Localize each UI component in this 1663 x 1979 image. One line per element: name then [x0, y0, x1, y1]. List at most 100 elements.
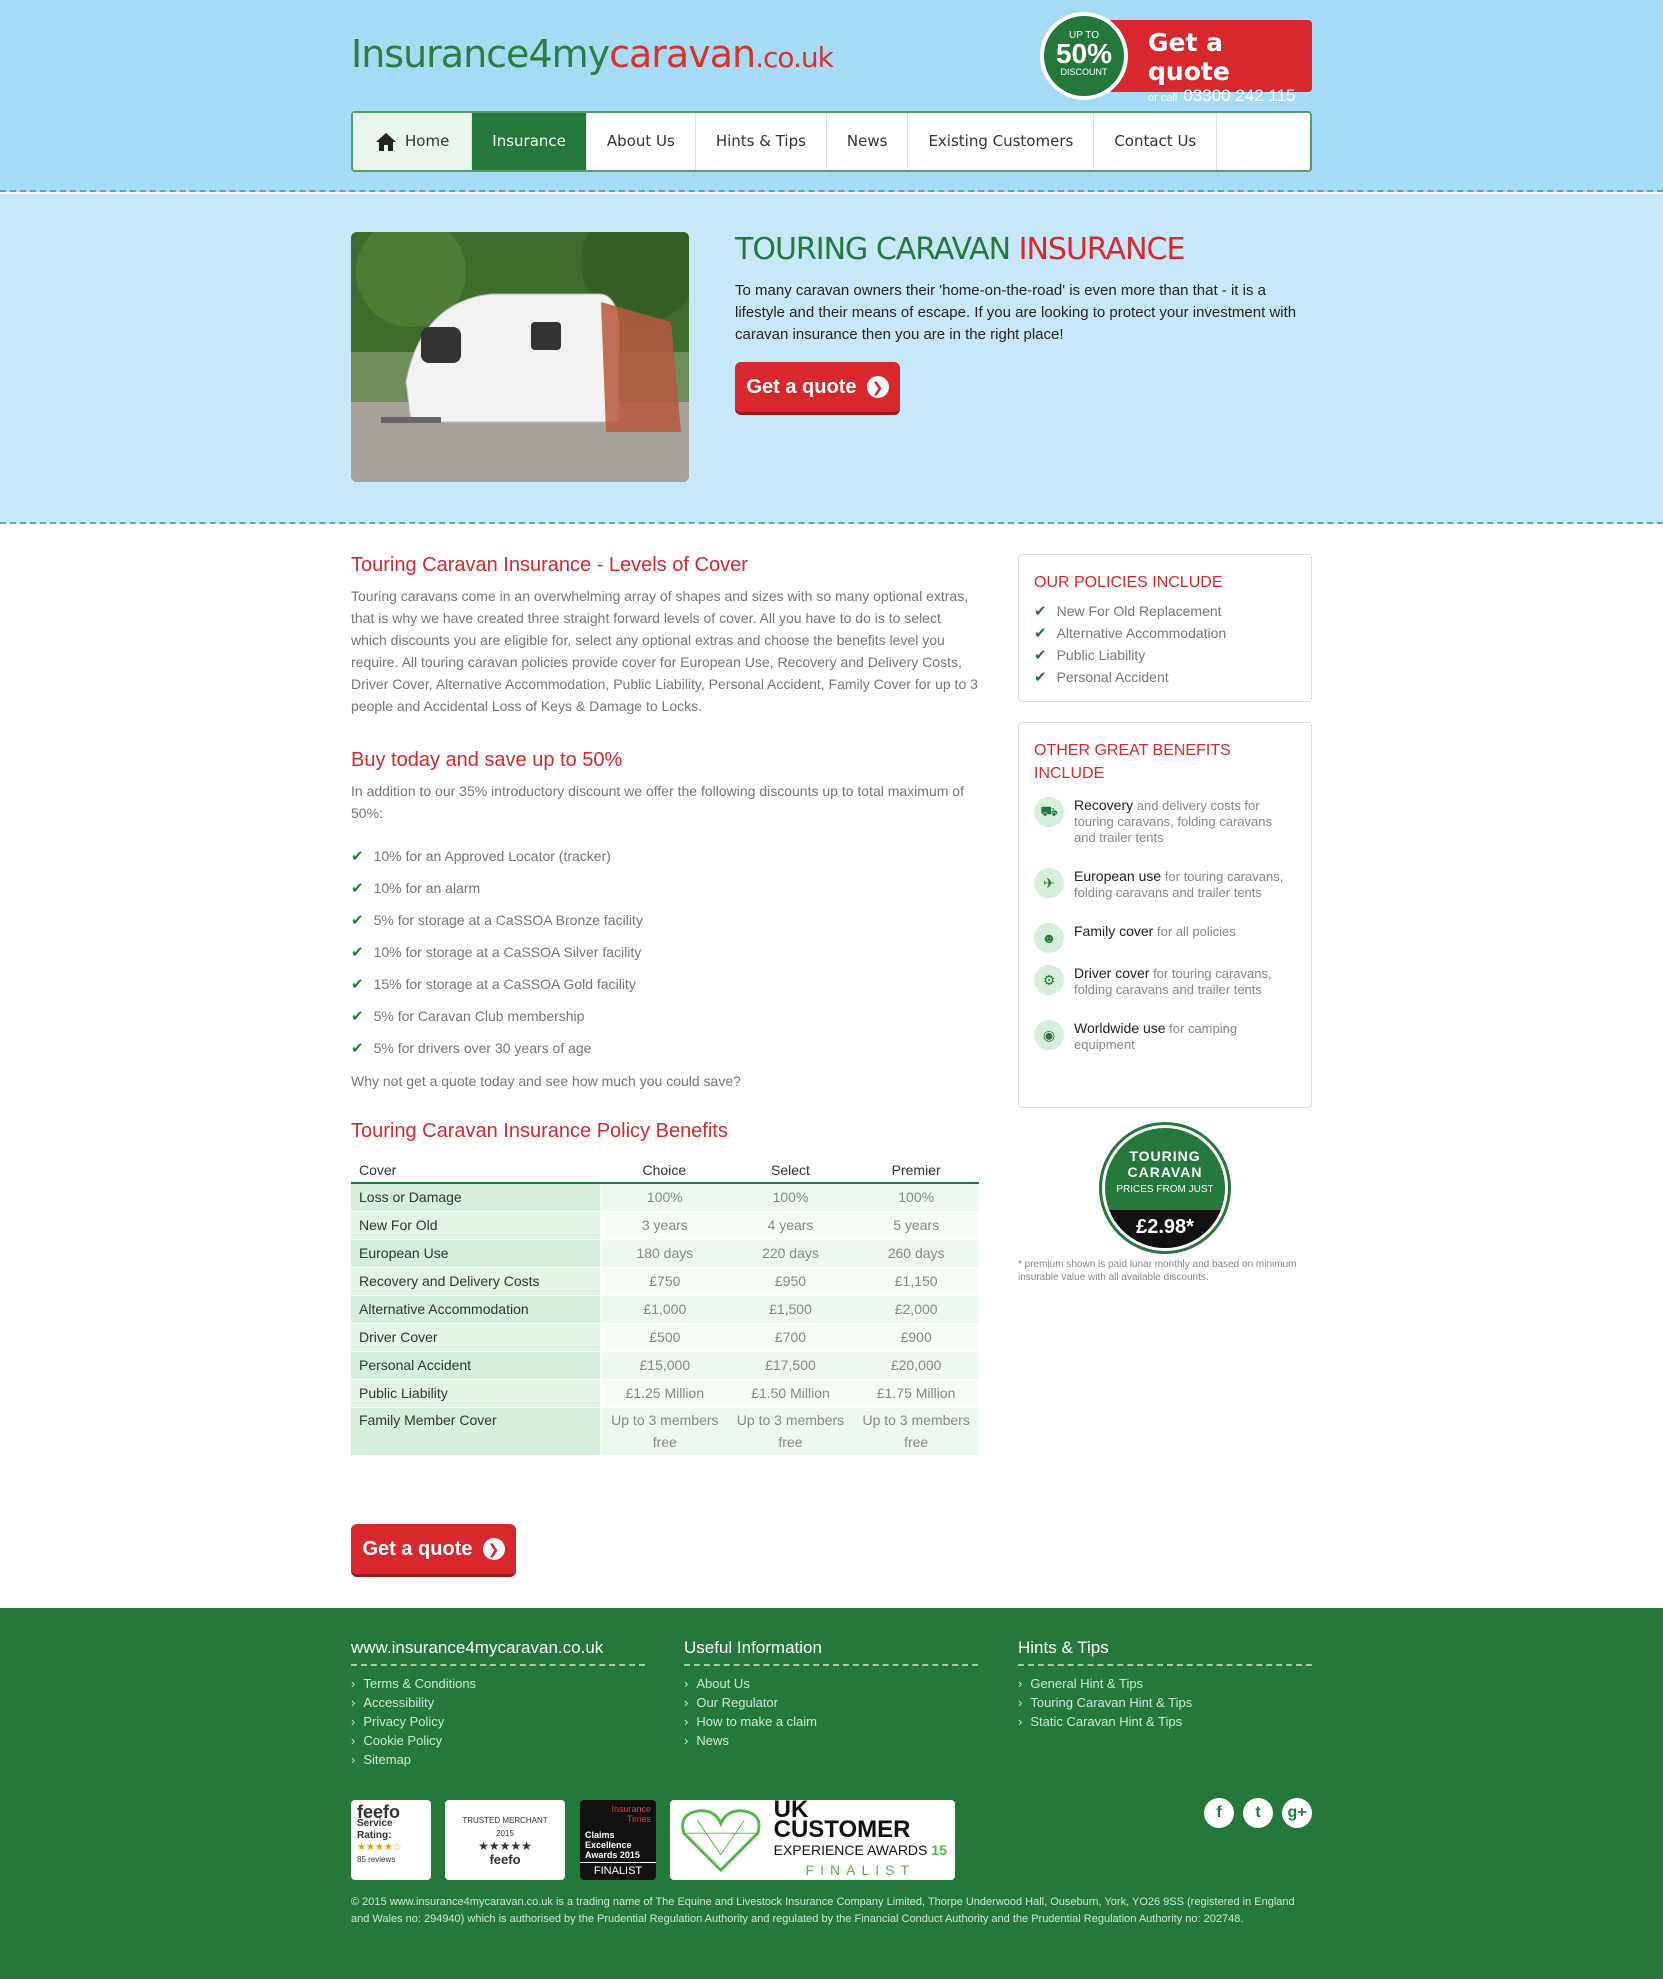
cell: Alternative Accommodation: [351, 1295, 602, 1324]
check-icon: ✔: [1034, 669, 1047, 686]
benefit-text: Driver cover for touring caravans, foldi…: [1074, 965, 1296, 998]
levels-text: Touring caravans come in an overwhelming…: [351, 588, 978, 714]
table-row: New For Old 3 years 4 years 5 years: [351, 1211, 979, 1240]
cell: Family Member Cover: [351, 1407, 602, 1456]
list-item: ✔ 10% for an Approved Locator (tracker): [351, 840, 979, 872]
badge-from: PRICES FROM JUST: [1116, 1184, 1214, 1195]
award-text: UK CUSTOMER EXPERIENCE AWARDS 15 FINALIS…: [774, 1800, 947, 1880]
plane-icon: ✈: [1034, 868, 1064, 898]
nav-about[interactable]: About Us: [587, 113, 696, 170]
benefits-title: OTHER GREAT BENEFITS INCLUDE: [1034, 742, 1231, 782]
award-line-2: EXPERIENCE AWARDS: [773, 1842, 928, 1858]
list-item: ✔ Alternative Accommodation: [1034, 622, 1296, 644]
claims-finalist: FINALIST: [580, 1862, 656, 1877]
claims-excellence-logo[interactable]: Insurance Times Claims Excellence Awards…: [580, 1800, 656, 1880]
benefit-bold: Worldwide use: [1074, 1020, 1166, 1036]
arrow-circle-icon: ❯: [866, 376, 889, 398]
cell: Public Liability: [351, 1379, 602, 1408]
nav-home[interactable]: Home: [353, 113, 473, 170]
nav-contact[interactable]: Contact Us: [1094, 113, 1218, 170]
cell: £700: [727, 1323, 854, 1352]
benefit-text: Worldwide use for camping equipment: [1074, 1020, 1296, 1053]
policy-text: Public Liability: [1056, 647, 1146, 663]
footer-link[interactable]: Terms & Conditions: [351, 1676, 645, 1695]
cell: 4 years: [727, 1211, 854, 1240]
footer-heading: www.insurance4mycaravan.co.uk: [351, 1638, 645, 1666]
trusted-merchant-logo[interactable]: TRUSTED MERCHANT 2015 ★★★★★ feefo: [445, 1800, 565, 1880]
footer-link[interactable]: Privacy Policy: [351, 1714, 645, 1733]
cell: 180 days: [601, 1239, 728, 1268]
footer-link[interactable]: General Hint & Tips: [1018, 1676, 1312, 1695]
claims-publisher: Insurance Times: [611, 1804, 651, 1824]
heart-icon: [681, 1809, 761, 1873]
logo-domain: .co.uk: [755, 41, 834, 74]
hero-text: To many caravan owners their 'home-on-th…: [735, 282, 1297, 343]
check-icon: ✔: [351, 976, 364, 993]
cell: £1.50 Million: [727, 1379, 854, 1408]
table-row: Recovery and Delivery Costs £750 £950 £1,15…: [351, 1267, 979, 1296]
cell: 100%: [853, 1183, 979, 1212]
cell: £1,000: [601, 1295, 728, 1324]
nav-news[interactable]: News: [827, 113, 909, 170]
benefit-bold: Recovery: [1074, 797, 1134, 813]
list-item: ✔ 5% for Caravan Club membership: [351, 1000, 979, 1032]
check-icon: ✔: [351, 1040, 364, 1057]
cell: £17,500: [727, 1351, 854, 1380]
benefit-item: ✈ European use for touring caravans, fold…: [1034, 868, 1296, 901]
cell: £15,000: [601, 1351, 728, 1380]
logo-part: Insurance4my: [351, 32, 610, 76]
table-row: Family Member Cover Up to 3 members free U…: [351, 1407, 979, 1456]
cell: Up to 3 members free: [727, 1407, 854, 1456]
footer-link[interactable]: Accessibility: [351, 1695, 645, 1714]
benefits-table: Cover Choice Select Premier Loss or Dama…: [351, 1157, 979, 1456]
header-quote-button[interactable]: Get a quote or call 03300 242 115: [1108, 20, 1312, 105]
award-finalist: FINALIST: [805, 1862, 916, 1878]
footer-link[interactable]: How to make a claim: [684, 1714, 978, 1733]
nav-insurance[interactable]: Insurance: [472, 113, 587, 170]
award-year: 15: [931, 1842, 947, 1858]
claims-title: Claims Excellence Awards 2015: [585, 1830, 640, 1860]
cell: Up to 3 members free: [853, 1407, 979, 1456]
cell: Up to 3 members free: [601, 1407, 728, 1456]
policy-text: New For Old Replacement: [1056, 603, 1222, 619]
footer-link[interactable]: Cookie Policy: [351, 1733, 645, 1752]
cell: 260 days: [853, 1239, 979, 1268]
twitter-icon[interactable]: t: [1243, 1798, 1273, 1828]
col-header: Cover: [351, 1157, 601, 1184]
check-icon: ✔: [351, 912, 364, 929]
badge-price: £2.98*: [1105, 1210, 1225, 1248]
footer-link[interactable]: Static Caravan Hint & Tips: [1018, 1714, 1312, 1733]
hero-title: TOURING CARAVAN INSURANCE: [735, 232, 1185, 267]
footer-col-site: www.insurance4mycaravan.co.uk Terms & Co…: [351, 1638, 645, 1771]
footer-link[interactable]: Our Regulator: [684, 1695, 978, 1714]
badge-title: TOURING CARAVAN: [1127, 1148, 1203, 1180]
table-row: European Use 180 days 220 days 260 days: [351, 1239, 979, 1268]
button-label: Get a quote: [362, 1537, 473, 1560]
footer-heading: Useful Information: [684, 1638, 978, 1666]
site-logo[interactable]: Insurance4mycaravan.co.uk: [351, 32, 834, 76]
discount-text: 5% for Caravan Club membership: [373, 1008, 585, 1024]
uk-customer-award-logo[interactable]: UK CUSTOMER EXPERIENCE AWARDS 15 FINALIS…: [670, 1800, 955, 1880]
footer-link[interactable]: Sitemap: [351, 1752, 645, 1771]
nav-hints[interactable]: Hints & Tips: [696, 113, 827, 170]
google-plus-icon[interactable]: g+: [1282, 1798, 1312, 1828]
col-header: Choice: [601, 1157, 728, 1184]
list-item: ✔ 5% for drivers over 30 years of age: [351, 1032, 979, 1064]
hero-quote-button[interactable]: Get a quote ❯: [735, 362, 900, 415]
bottom-quote-button[interactable]: Get a quote ❯: [351, 1524, 516, 1577]
facebook-icon[interactable]: f: [1204, 1798, 1234, 1828]
footer-link[interactable]: Touring Caravan Hint & Tips: [1018, 1695, 1312, 1714]
feefo-rating-logo[interactable]: feefo Service Rating: ★★★★☆ 85 reviews: [351, 1800, 431, 1880]
benefits-heading: Touring Caravan Insurance Policy Benefit…: [351, 1120, 728, 1142]
list-item: ✔ New For Old Replacement: [1034, 600, 1296, 622]
price-badge: TOURING CARAVAN PRICES FROM JUST £2.98*: [1102, 1125, 1228, 1251]
service-rating-label: Service Rating:: [357, 1818, 393, 1841]
footer-heading: Hints & Tips: [1018, 1638, 1312, 1666]
footer-link[interactable]: News: [684, 1733, 978, 1752]
nav-existing-customers[interactable]: Existing Customers: [908, 113, 1095, 170]
footer-col-hints: Hints & Tips General Hint & Tips Touring…: [1018, 1638, 1312, 1733]
footer-link[interactable]: About Us: [684, 1676, 978, 1695]
feefo-wordmark: feefo: [489, 1852, 521, 1867]
cell: 100%: [601, 1183, 728, 1212]
benefit-item: ⛟ Recovery and delivery costs for touring…: [1034, 797, 1296, 846]
